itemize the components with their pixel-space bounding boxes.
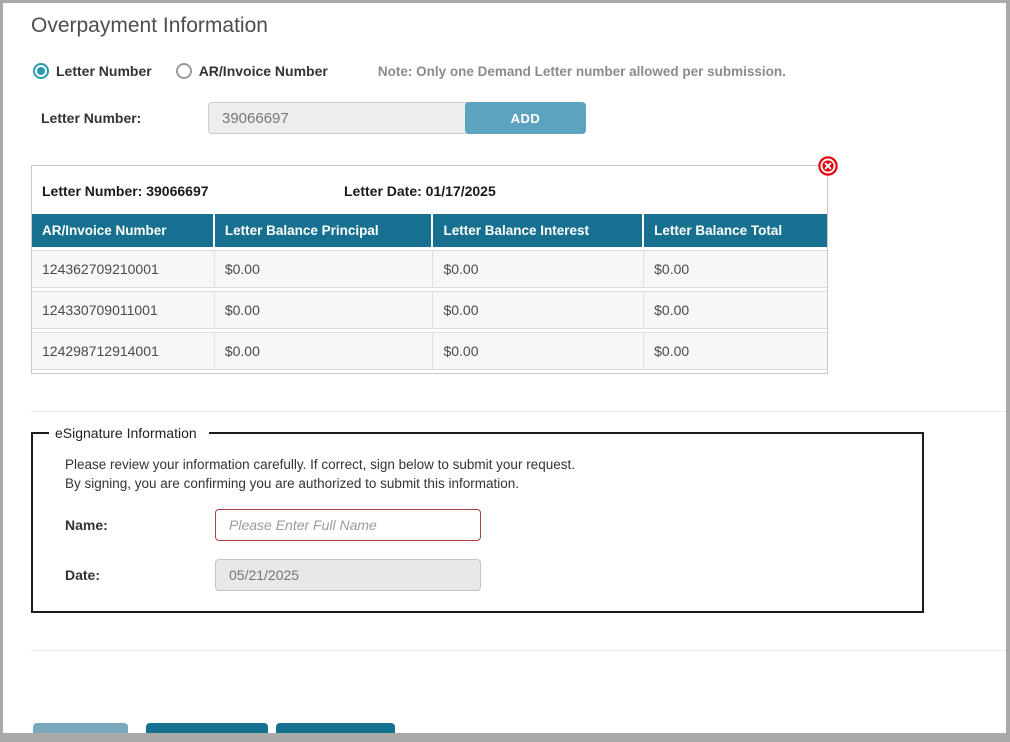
demand-letter-card: Letter Number: 39066697 Letter Date: 01/… [31, 165, 828, 374]
esignature-instruction-1: Please review your information carefully… [65, 457, 922, 472]
table-row: 124362709210001 $0.00 $0.00 $0.00 [32, 250, 827, 288]
cell-balance-interest: $0.00 [433, 250, 644, 288]
balance-table: AR/Invoice Number Letter Balance Princip… [32, 211, 827, 373]
radio-ar-invoice-number-label: AR/Invoice Number [199, 63, 328, 79]
cell-balance-principal: $0.00 [215, 332, 434, 370]
name-field-row: Name: [65, 509, 922, 541]
cell-invoice-number: 124298712914001 [32, 332, 215, 370]
col-ar-invoice-number: AR/Invoice Number [32, 214, 215, 247]
esignature-legend: eSignature Information [49, 425, 209, 441]
name-input[interactable] [215, 509, 481, 541]
esignature-fieldset: eSignature Information Please review you… [31, 425, 924, 613]
date-field-row: Date: [65, 559, 922, 591]
radio-selected-icon[interactable] [33, 63, 49, 79]
table-row: 124330709011001 $0.00 $0.00 $0.00 [32, 291, 827, 329]
radio-letter-number[interactable]: Letter Number [33, 63, 152, 79]
action-button-bar: SUBMIT CLEAR CANCEL [33, 723, 1006, 742]
cell-balance-total: $0.00 [644, 332, 827, 370]
date-label: Date: [65, 567, 215, 583]
table-row: 124298712914001 $0.00 $0.00 $0.00 [32, 332, 827, 370]
radio-ar-invoice-number[interactable]: AR/Invoice Number [176, 63, 328, 79]
cell-balance-principal: $0.00 [215, 250, 434, 288]
delete-letter-icon[interactable] [818, 156, 838, 176]
cell-balance-interest: $0.00 [433, 332, 644, 370]
letter-number-summary: Letter Number: 39066697 [42, 183, 344, 199]
name-label: Name: [65, 517, 215, 533]
page-title: Overpayment Information [31, 14, 1006, 38]
letter-number-field-label: Letter Number: [41, 110, 208, 126]
radio-letter-number-label: Letter Number [56, 63, 152, 79]
letter-number-input[interactable] [208, 102, 467, 134]
section-divider-bottom [31, 650, 1006, 651]
cell-balance-total: $0.00 [644, 291, 827, 329]
letter-number-input-group: ADD [208, 102, 586, 134]
letter-type-radio-group: Letter Number AR/Invoice Number Note: On… [33, 63, 1006, 79]
col-letter-balance-principal: Letter Balance Principal [215, 214, 434, 247]
submission-note: Note: Only one Demand Letter number allo… [378, 64, 786, 79]
esignature-instruction-2: By signing, you are confirming you are a… [65, 476, 922, 491]
balance-table-header-row: AR/Invoice Number Letter Balance Princip… [32, 214, 827, 247]
cell-balance-total: $0.00 [644, 250, 827, 288]
col-letter-balance-total: Letter Balance Total [644, 214, 827, 247]
cell-balance-interest: $0.00 [433, 291, 644, 329]
date-input [215, 559, 481, 591]
submit-button[interactable]: SUBMIT [33, 723, 128, 742]
overpayment-form-window: Overpayment Information Letter Number AR… [0, 0, 1010, 742]
clear-button[interactable]: CLEAR [146, 723, 268, 742]
radio-unselected-icon[interactable] [176, 63, 192, 79]
cell-invoice-number: 124362709210001 [32, 250, 215, 288]
circled-x-icon [818, 156, 838, 176]
add-button[interactable]: ADD [465, 102, 586, 134]
cell-balance-principal: $0.00 [215, 291, 434, 329]
letter-summary-row: Letter Number: 39066697 Letter Date: 01/… [32, 166, 827, 211]
letter-date-summary: Letter Date: 01/17/2025 [344, 183, 496, 199]
cell-invoice-number: 124330709011001 [32, 291, 215, 329]
cancel-button[interactable]: CANCEL [276, 723, 395, 742]
letter-number-field-row: Letter Number: ADD [41, 102, 1006, 134]
col-letter-balance-interest: Letter Balance Interest [433, 214, 644, 247]
section-divider-top [31, 411, 1006, 412]
